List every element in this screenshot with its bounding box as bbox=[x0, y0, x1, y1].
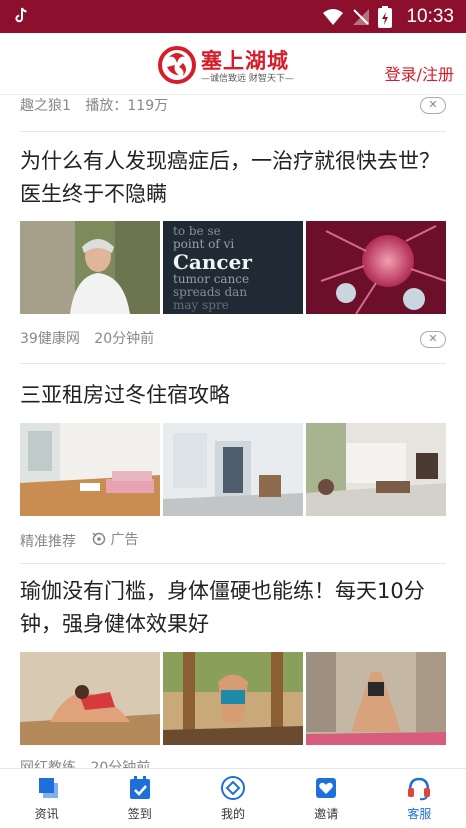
article-thumbnails[interactable] bbox=[20, 652, 446, 745]
article-time: 20分钟前 bbox=[90, 760, 151, 768]
login-register-link[interactable]: 登录/注册 bbox=[385, 61, 454, 85]
thumbnail-image[interactable] bbox=[163, 423, 303, 516]
article-source: 39健康网 bbox=[20, 331, 80, 347]
nav-checkin[interactable]: 签到 bbox=[93, 769, 186, 828]
thumbnail-image[interactable] bbox=[306, 221, 446, 314]
nav-service[interactable]: 客服 bbox=[373, 769, 466, 828]
news-feed[interactable]: 趣之狼1 播放：119万 ✕ 为什么有人发现癌症后，一治疗就很快去世？医生终于不… bbox=[0, 95, 466, 768]
thumb-text-line: Cancer bbox=[173, 250, 252, 274]
article-meta: 网红教练 20分钟前 bbox=[20, 757, 150, 768]
article-source: 精准推荐 bbox=[20, 534, 76, 550]
article-source: 网红教练 bbox=[20, 760, 76, 768]
thumbnail-image[interactable] bbox=[306, 423, 446, 516]
thumb-text-line: point of vi bbox=[173, 237, 235, 251]
signal-off-icon bbox=[353, 9, 370, 25]
divider bbox=[20, 563, 446, 564]
thumbnail-image[interactable] bbox=[20, 652, 160, 745]
app-header: 塞上湖城 —诚信致远 财智天下— 登录/注册 bbox=[0, 33, 466, 95]
logo-emblem-icon bbox=[158, 46, 196, 84]
thumb-text-line: may spre bbox=[173, 298, 229, 312]
news-icon bbox=[38, 778, 58, 798]
nav-profile[interactable]: 我的 bbox=[186, 769, 279, 828]
nav-label: 签到 bbox=[127, 807, 152, 821]
nav-label: 客服 bbox=[407, 807, 432, 821]
article-title[interactable]: 三亚租房过冬住宿攻略 bbox=[20, 379, 450, 412]
tiktok-icon bbox=[15, 7, 27, 23]
article-title[interactable]: 为什么有人发现癌症后，一治疗就很快去世？医生终于不隐瞒 bbox=[20, 145, 450, 211]
dismiss-button[interactable]: ✕ bbox=[420, 331, 446, 348]
ad-icon bbox=[92, 532, 106, 546]
article-meta: 精准推荐 广告 bbox=[20, 529, 138, 551]
thumbnail-image[interactable] bbox=[20, 221, 160, 314]
article-meta: 39健康网 20分钟前 bbox=[20, 328, 154, 348]
bottom-nav: 资讯 签到 我的 邀请 客服 bbox=[0, 768, 466, 828]
headset-icon bbox=[408, 777, 431, 801]
status-bar: 10:33 bbox=[0, 0, 466, 33]
thumbnail-image[interactable] bbox=[306, 652, 446, 745]
wifi-icon bbox=[323, 9, 344, 25]
app-logo[interactable]: 塞上湖城 —诚信致远 财智天下— bbox=[157, 43, 317, 87]
article-thumbnails[interactable] bbox=[20, 423, 446, 516]
top-item-meta: 趣之狼1 播放：119万 bbox=[20, 95, 168, 115]
battery-icon bbox=[378, 6, 393, 28]
nav-invite[interactable]: 邀请 bbox=[280, 769, 373, 828]
checkin-icon bbox=[129, 776, 150, 799]
thumbnail-image[interactable] bbox=[163, 652, 303, 745]
divider bbox=[20, 363, 446, 364]
top-item-source: 趣之狼1 bbox=[20, 98, 71, 114]
nav-label: 资讯 bbox=[34, 807, 59, 821]
nav-label: 我的 bbox=[221, 807, 246, 821]
nav-news[interactable]: 资讯 bbox=[0, 769, 93, 828]
divider bbox=[20, 131, 446, 132]
thumbnail-image[interactable] bbox=[20, 423, 160, 516]
thumbnail-image[interactable]: to be se point of vi Cancer tumor cance … bbox=[163, 221, 303, 314]
status-time: 10:33 bbox=[406, 6, 454, 27]
ad-label: 广告 bbox=[110, 532, 139, 548]
dismiss-button[interactable]: ✕ bbox=[420, 97, 446, 114]
invite-icon bbox=[316, 778, 337, 798]
logo-slogan: —诚信致远 财智天下— bbox=[201, 74, 294, 84]
profile-icon bbox=[221, 776, 245, 800]
ad-tag: 广告 bbox=[92, 529, 138, 549]
article-title[interactable]: 瑜伽没有门槛，身体僵硬也能练！每天10分钟，强身健体效果好 bbox=[20, 575, 450, 641]
article-time: 20分钟前 bbox=[94, 331, 155, 347]
top-item-plays: 播放：119万 bbox=[85, 98, 169, 114]
article-thumbnails[interactable]: to be se point of vi Cancer tumor cance … bbox=[20, 221, 446, 314]
nav-label: 邀请 bbox=[314, 807, 339, 821]
